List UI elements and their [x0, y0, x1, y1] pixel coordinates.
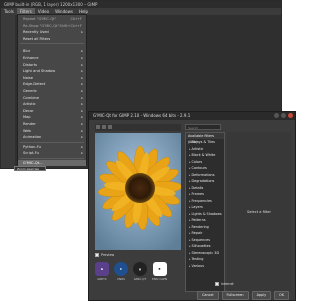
- menu-separator: [20, 141, 84, 143]
- menu-item-reshow[interactable]: Re-Show "G'MIC-Qt" Shift+Ctrl+F: [18, 23, 86, 30]
- zoom-out-icon[interactable]: [102, 125, 106, 129]
- menu-item-combine[interactable]: Combine: [18, 95, 86, 102]
- filters-menu: Repeat "G'MIC-Qt" Ctrl+F Re-Show "G'MIC-Q…: [17, 14, 87, 167]
- menu-item-decor[interactable]: Decor: [18, 108, 86, 115]
- menu-item-web[interactable]: Web: [18, 128, 86, 135]
- logo-greyc: G GREYC: [95, 262, 109, 281]
- filter-search-input[interactable]: Search: [185, 124, 221, 130]
- menu-item-repeat[interactable]: Repeat "G'MIC-Qt" Ctrl+F: [18, 16, 86, 23]
- zoom-fit-icon[interactable]: [108, 125, 112, 129]
- menu-item-script-fu[interactable]: Script-Fu: [18, 150, 86, 157]
- gimp-toolbox: [1, 15, 15, 168]
- menu-item-blur[interactable]: Blur: [18, 48, 86, 55]
- preview-checkbox-row[interactable]: Preview: [95, 253, 114, 257]
- menu-item-reset-filters[interactable]: Reset all Filters: [18, 36, 86, 43]
- gmic-title: G'MIC-Qt for GIMP 2.10 - Windows 64 bits…: [89, 112, 295, 120]
- dialog-buttons: Cancel Fullscreen Apply OK: [197, 291, 290, 300]
- logo-gmic: g GMIC-QT: [133, 262, 147, 281]
- window-controls: [274, 113, 293, 118]
- preview-toolbar: [95, 124, 181, 131]
- internet-label: Internet: [221, 282, 234, 286]
- logo-cnrs: C CNRS: [114, 262, 128, 281]
- menu-separator: [20, 43, 84, 45]
- menu-item-distorts[interactable]: Distorts: [18, 62, 86, 69]
- menu-item-light-shadow[interactable]: Light and Shadow: [18, 68, 86, 75]
- preview-checkbox[interactable]: [95, 253, 99, 257]
- fullscreen-button[interactable]: Fullscreen: [221, 291, 249, 300]
- apply-button[interactable]: Apply: [251, 291, 272, 300]
- cnrs-logo-icon: C: [114, 262, 128, 276]
- select-filter-note: Select a filter: [247, 210, 271, 214]
- preview-label: Preview: [101, 253, 115, 257]
- zoom-in-icon[interactable]: [96, 125, 100, 129]
- gmic-dialog: G'MIC-Qt for GIMP 2.10 - Windows 64 bits…: [88, 111, 296, 301]
- menu-tools[interactable]: Tools: [1, 8, 17, 15]
- internet-update-row[interactable]: Internet: [215, 282, 234, 286]
- menu-item-map[interactable]: Map: [18, 114, 86, 121]
- menu-item-recently-used[interactable]: Recently Used: [18, 29, 86, 36]
- menu-item-generic[interactable]: Generic: [18, 88, 86, 95]
- maximize-icon[interactable]: [281, 113, 286, 118]
- menu-separator: [20, 157, 84, 159]
- sunflower-image: [95, 133, 181, 250]
- gmic-logo-icon: g: [133, 262, 147, 276]
- menu-item-enhance[interactable]: Enhance: [18, 55, 86, 62]
- menu-item-render[interactable]: Render: [18, 121, 86, 128]
- minimize-icon[interactable]: [274, 113, 279, 118]
- ensicaen-logo-icon: E: [152, 262, 167, 276]
- internet-checkbox[interactable]: [215, 282, 219, 286]
- logos-row: G GREYC C CNRS g GMIC-QT E ENSI CAEN: [95, 262, 167, 281]
- logo-ensicaen: E ENSI CAEN: [152, 262, 167, 281]
- cancel-button[interactable]: Cancel: [197, 291, 219, 300]
- greyc-logo-icon: G: [95, 262, 109, 276]
- ok-button[interactable]: OK: [274, 291, 290, 300]
- menu-item-noise[interactable]: Noise: [18, 75, 86, 82]
- preview-image[interactable]: [95, 133, 181, 250]
- menu-item-animation[interactable]: Animation: [18, 134, 86, 141]
- menu-item-artistic[interactable]: Artistic: [18, 101, 86, 108]
- filter-parameters-panel: Select a filter: [227, 132, 291, 292]
- filter-folder[interactable]: Various: [186, 263, 224, 270]
- menu-tooltip: Zoom exercise: [14, 166, 46, 171]
- menu-item-python-fu[interactable]: Python-Fu: [18, 144, 86, 151]
- filters-tree: Available filters (%%) Arrays & Tiles Ar…: [185, 132, 225, 292]
- close-icon[interactable]: [288, 113, 293, 118]
- gimp-title: GIMP built-in (RGB, 1 layer) 1200x1300 –…: [1, 1, 281, 8]
- menu-item-edge-detect[interactable]: Edge-Detect: [18, 81, 86, 88]
